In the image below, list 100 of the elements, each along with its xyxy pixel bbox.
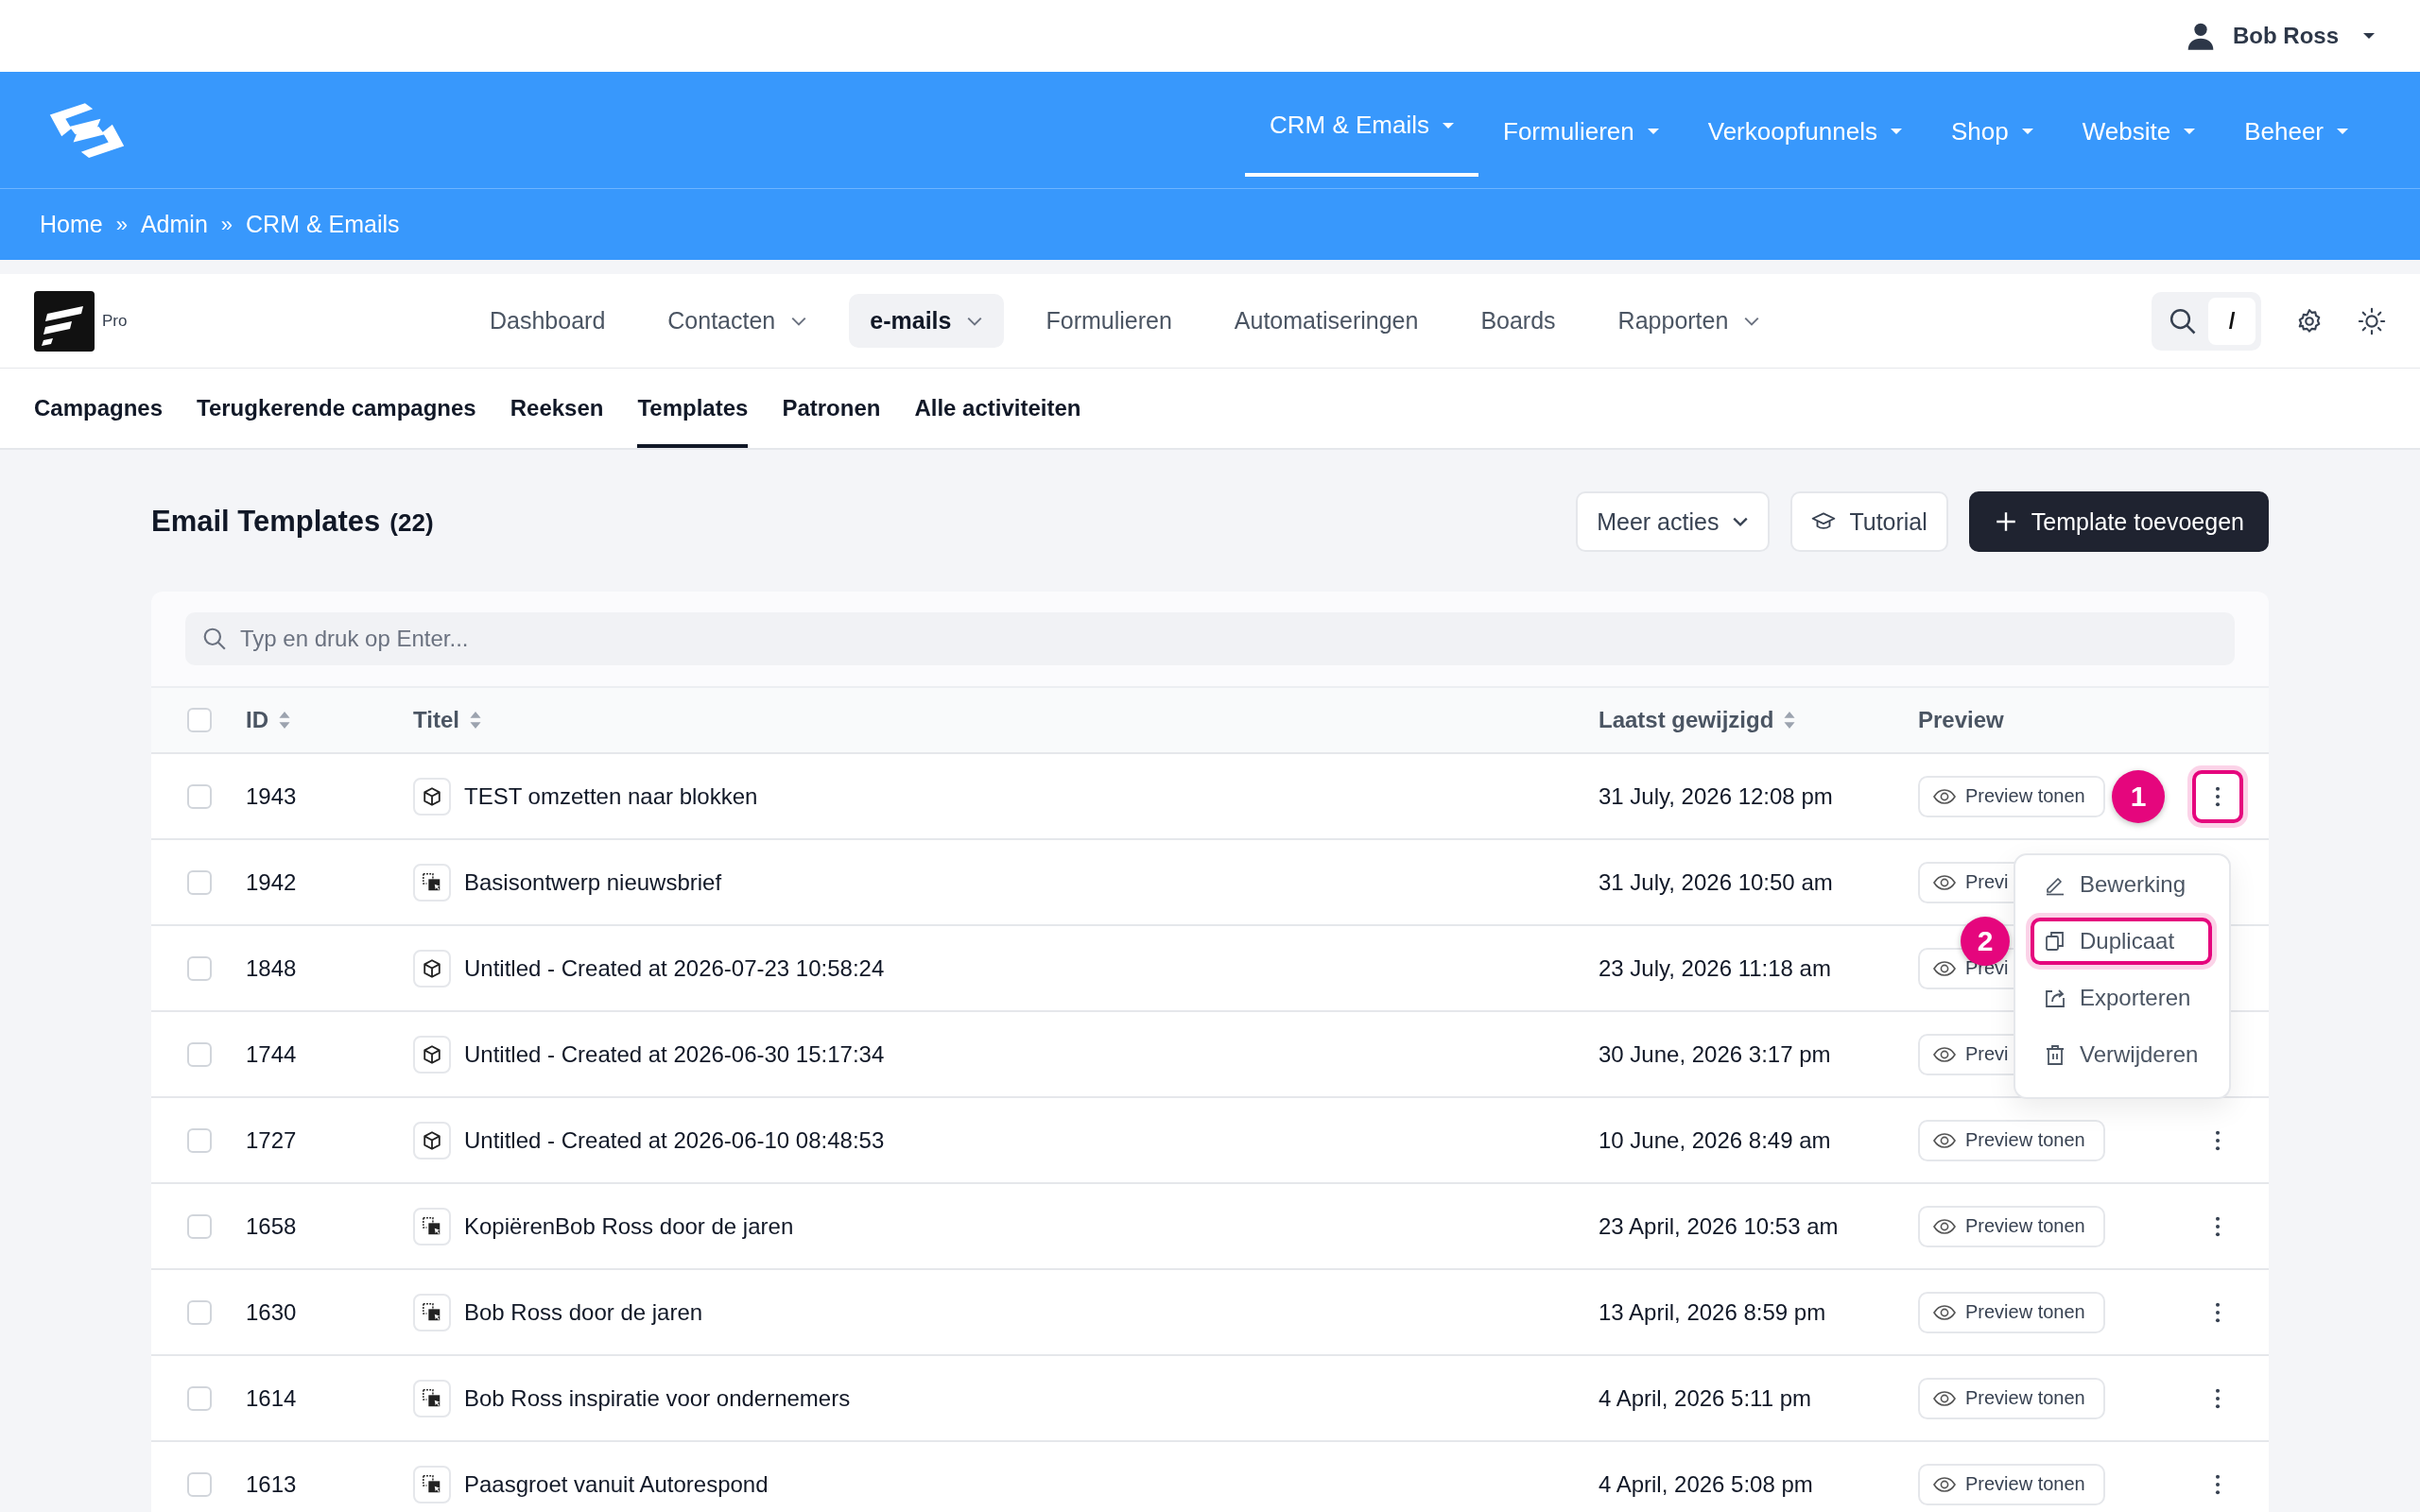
cube-icon (422, 1043, 442, 1065)
template-title[interactable]: Bob Ross door de jaren (464, 1298, 703, 1326)
date-cell-text: 4 April, 2026 5:08 pm (1599, 1470, 1814, 1498)
sub-tab[interactable]: Terugkerende campagnes (197, 369, 476, 448)
id-cell-text: 1848 (246, 954, 298, 982)
column-header: Preview (1918, 707, 2004, 733)
row-checkbox[interactable] (187, 783, 212, 809)
template-title[interactable]: Untitled - Created at 2026-06-30 15:17:34 (464, 1040, 885, 1068)
template-title[interactable]: Bob Ross inspiratie voor ondernemers (464, 1384, 851, 1412)
copy-icon (2044, 929, 2066, 953)
menu-item[interactable]: Exporteren (2031, 973, 2212, 1022)
nav-tab[interactable]: Rapporten (1597, 294, 1782, 348)
id-cell-text: 1614 (246, 1384, 298, 1412)
template-title[interactable]: Untitled - Created at 2026-07-23 10:58:24 (464, 954, 885, 982)
date-cell-text: 23 April, 2026 10:53 am (1599, 1212, 1840, 1240)
user-menu[interactable]: Bob Ross (2186, 21, 2375, 51)
row-checkbox[interactable] (187, 1041, 212, 1067)
nav-tab[interactable]: Automatiseringen (1213, 294, 1440, 348)
date-cell-text: 4 April, 2026 5:11 pm (1599, 1384, 1813, 1412)
kebab-icon (2215, 1215, 2221, 1237)
column-header: ID (246, 707, 268, 733)
nav-tab[interactable]: Formulieren (1025, 294, 1193, 348)
date-cell-text: 10 June, 2026 8:49 am (1599, 1126, 1832, 1154)
sub-tab[interactable]: Campagnes (34, 369, 164, 448)
cube-icon (422, 1129, 442, 1151)
sub-tab[interactable]: Templates (637, 369, 749, 448)
sub-tab[interactable]: Alle activiteiten (914, 369, 1081, 448)
eye-icon (1933, 874, 1956, 890)
search-button[interactable]: / (2152, 291, 2261, 351)
date-cell-text: 30 June, 2026 3:17 pm (1599, 1040, 1832, 1068)
row-checkbox[interactable] (187, 1127, 212, 1153)
row-checkbox[interactable] (187, 955, 212, 981)
kebab-icon (2215, 1301, 2221, 1323)
row-checkbox[interactable] (187, 1385, 212, 1411)
caret-icon (2363, 33, 2375, 39)
search-field[interactable]: Typ en druk op Enter... (185, 612, 2235, 665)
template-title[interactable]: TEST omzetten naar blokken (464, 782, 758, 810)
layout-icon (422, 1301, 442, 1323)
nav-tab[interactable]: Dashboard (469, 294, 627, 348)
kebab-icon (2215, 1129, 2221, 1151)
plan-label: Pro (102, 311, 128, 331)
row-checkbox[interactable] (187, 869, 212, 895)
id-cell-text: 1658 (246, 1212, 298, 1240)
row-checkbox[interactable] (187, 1471, 212, 1497)
chevron-icon (1732, 516, 1750, 527)
cube-icon (422, 785, 442, 807)
date-cell-text: 31 July, 2026 10:50 am (1599, 868, 1834, 896)
select-all-checkbox[interactable] (187, 708, 212, 732)
template-title[interactable]: Paasgroet vanuit Autorespond (464, 1470, 769, 1498)
eye-icon (1933, 1046, 1956, 1062)
id-cell-text: 1613 (246, 1470, 298, 1498)
eye-icon (1933, 1132, 1956, 1148)
id-cell-text: 1727 (246, 1126, 298, 1154)
cube-icon (422, 957, 442, 979)
tutorial-button[interactable]: Tutorial (1790, 491, 1948, 552)
date-cell-text: 23 July, 2026 11:18 am (1599, 954, 1832, 982)
more-actions-button[interactable]: Meer acties (1576, 491, 1771, 552)
layout-icon (422, 1473, 442, 1495)
template-title[interactable]: Untitled - Created at 2026-06-10 08:48:53 (464, 1126, 885, 1154)
preview-button[interactable]: Preview tonen (1918, 1377, 2105, 1419)
add-template-button[interactable]: Template toevoegen (1968, 491, 2269, 552)
layout-icon (422, 1387, 442, 1409)
user-icon (2186, 21, 2216, 51)
layout-icon (422, 871, 442, 893)
sub-tab[interactable]: Patronen (782, 369, 881, 448)
sort-icon[interactable] (468, 711, 482, 730)
breadcrumb-separator: » (220, 212, 233, 237)
step-badge: 1 (2112, 769, 2165, 823)
sort-icon[interactable] (278, 711, 291, 730)
shortcut-key: / (2208, 297, 2256, 345)
template-title[interactable]: Basisontwerp nieuwsbrief (464, 868, 722, 896)
date-cell-text: 13 April, 2026 8:59 pm (1599, 1298, 1827, 1326)
sort-icon[interactable] (1783, 711, 1797, 730)
page-title: Email Templates (151, 505, 381, 539)
search-icon (2169, 306, 2197, 335)
nav-tab[interactable]: e-mails (849, 294, 1005, 348)
preview-button[interactable]: Preview tonen (1918, 1463, 2105, 1505)
nav-tab[interactable]: Contacten (647, 294, 829, 348)
logo (34, 290, 95, 352)
eye-icon (1933, 1390, 1956, 1406)
id-cell-text: 1942 (246, 868, 298, 896)
row-checkbox[interactable] (187, 1299, 212, 1325)
row-checkbox[interactable] (187, 1213, 212, 1239)
eye-icon (1933, 1218, 1956, 1234)
template-title[interactable]: KopiërenBob Ross door de jaren (464, 1212, 794, 1240)
preview-button[interactable]: Preview tonen (1918, 775, 2105, 817)
template-count: (22) (389, 508, 434, 538)
eye-icon (1933, 788, 1956, 804)
sun-icon[interactable] (2358, 306, 2386, 335)
preview-button[interactable]: Preview tonen (1918, 1291, 2105, 1333)
date-cell-text: 31 July, 2026 12:08 pm (1599, 782, 1834, 810)
nav-tab[interactable]: Boards (1460, 294, 1577, 348)
layout-icon (422, 1215, 442, 1237)
trash-icon (2044, 1042, 2066, 1066)
sub-tab[interactable]: Reeksen (510, 369, 604, 448)
eye-icon (1933, 1304, 1956, 1320)
id-cell-text: 1630 (246, 1298, 298, 1326)
id-cell-text: 1943 (246, 782, 298, 810)
preview-button[interactable]: Preview tonen (1918, 1205, 2105, 1247)
preview-button[interactable]: Preview tonen (1918, 1119, 2105, 1161)
